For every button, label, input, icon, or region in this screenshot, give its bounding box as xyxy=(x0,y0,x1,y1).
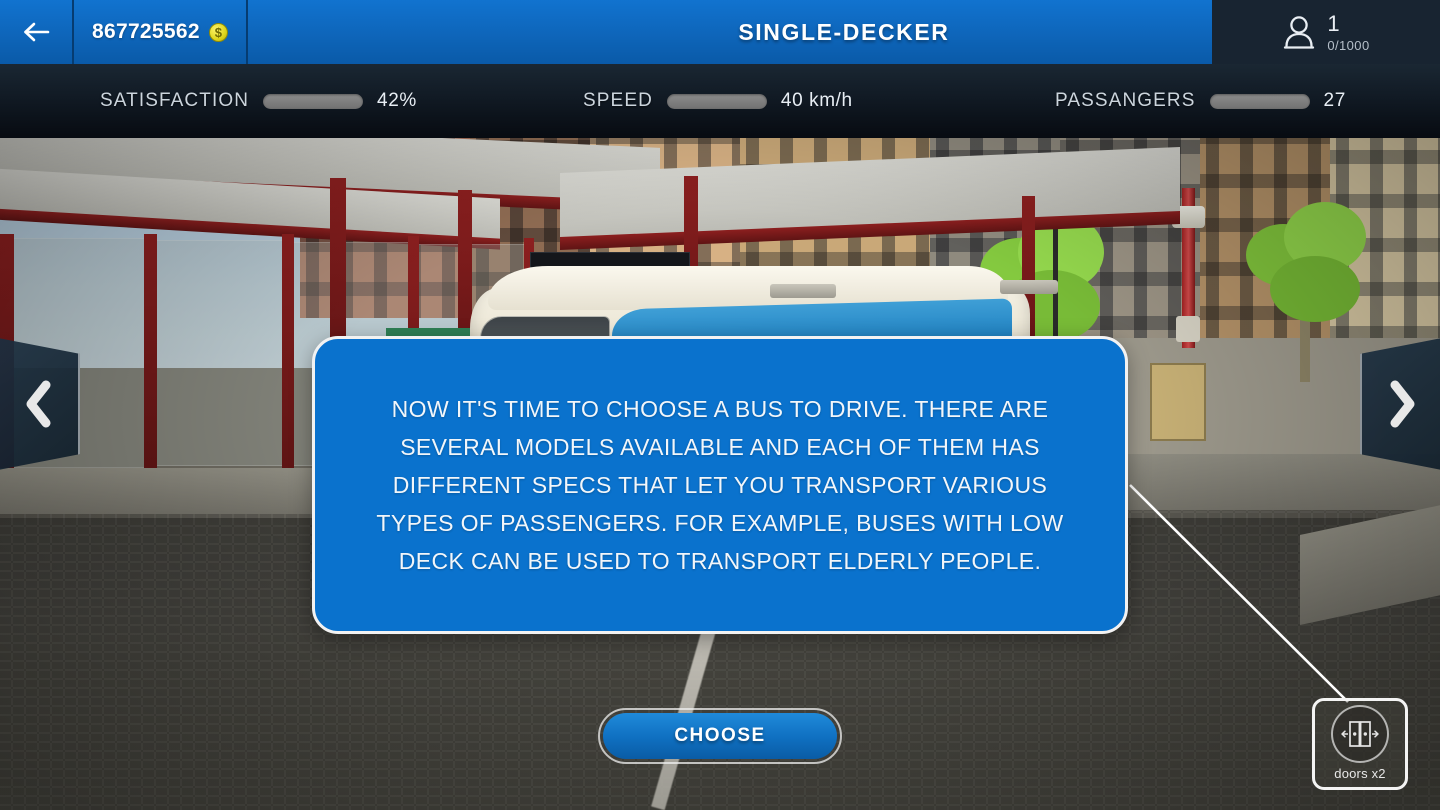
page-title: SINGLE-DECKER xyxy=(738,18,950,45)
shelter-post xyxy=(144,234,157,472)
money-amount: 867725562 xyxy=(92,20,200,43)
choose-button[interactable]: CHOOSE xyxy=(598,708,842,764)
double-door-icon xyxy=(1341,721,1379,747)
doors-icon-circle xyxy=(1331,705,1389,763)
arrow-left-icon xyxy=(24,22,50,42)
parking-meter xyxy=(1176,316,1200,342)
stat-value: 27 xyxy=(1323,90,1346,111)
coin-icon: $ xyxy=(208,22,228,42)
stat-passengers: PASSANGERS 27 xyxy=(1055,90,1346,112)
tutorial-dialog: NOW IT'S TIME TO CHOOSE A BUS TO DRIVE. … xyxy=(312,336,1128,634)
stats-bar: SATISFACTION 42% SPEED 40 km/h PASSANGER… xyxy=(0,64,1440,138)
choose-button-label: CHOOSE xyxy=(674,725,766,746)
stat-speed: SPEED 40 km/h xyxy=(583,90,853,112)
chevron-left-icon xyxy=(26,380,51,428)
game-screen: 867725562 $ SINGLE-DECKER 1 0/1000 SATIS… xyxy=(0,0,1440,810)
door xyxy=(1150,363,1206,441)
doors-label: doors x2 xyxy=(1334,766,1386,781)
chevron-right-icon xyxy=(1390,380,1415,428)
shelter-post xyxy=(282,234,294,472)
stat-label: SATISFACTION xyxy=(100,90,250,111)
stat-progress-bar xyxy=(263,93,364,109)
stat-value: 40 km/h xyxy=(780,90,853,111)
next-bus-button[interactable] xyxy=(1360,338,1440,470)
passenger-level: 1 xyxy=(1327,10,1340,36)
money-counter[interactable]: 867725562 $ xyxy=(74,0,248,64)
passenger-counter[interactable]: 1 0/1000 xyxy=(1212,0,1440,64)
choose-button-inner: CHOOSE xyxy=(603,713,837,759)
tutorial-text: NOW IT'S TIME TO CHOOSE A BUS TO DRIVE. … xyxy=(376,396,1064,574)
doors-widget[interactable]: doors x2 xyxy=(1312,698,1408,790)
previous-bus-button[interactable] xyxy=(0,338,80,470)
passenger-progress: 0/1000 xyxy=(1327,37,1370,53)
passenger-values: 1 0/1000 xyxy=(1327,10,1370,53)
stat-progress-bar xyxy=(666,93,767,109)
stat-label: PASSANGERS xyxy=(1055,90,1196,111)
back-button[interactable] xyxy=(0,0,74,64)
stat-value: 42% xyxy=(377,90,417,111)
stat-progress-bar xyxy=(1209,93,1310,109)
person-icon xyxy=(1284,16,1315,49)
shelter-glass xyxy=(156,240,286,466)
tree xyxy=(1230,198,1380,382)
top-bar: 867725562 $ SINGLE-DECKER 1 0/1000 xyxy=(0,0,1440,64)
stat-label: SPEED xyxy=(583,90,653,111)
stat-satisfaction: SATISFACTION 42% xyxy=(100,90,417,112)
